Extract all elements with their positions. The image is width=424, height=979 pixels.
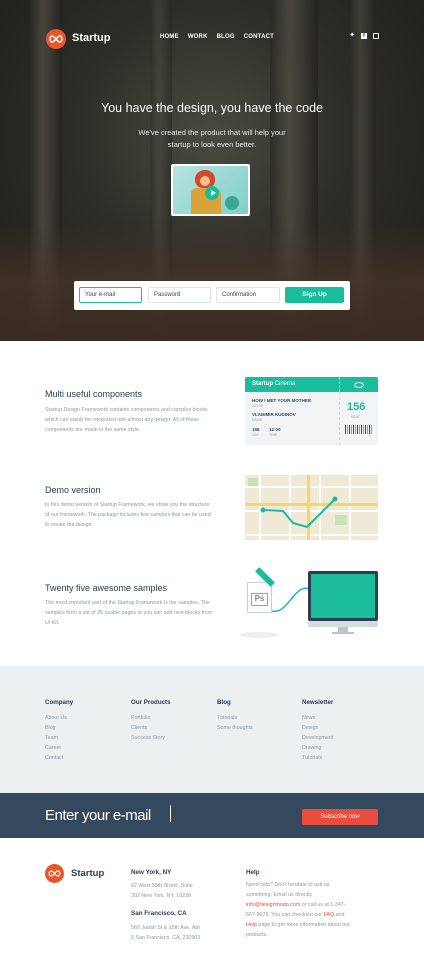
monitor-base (332, 632, 354, 634)
route-path (260, 496, 338, 529)
logo-icon[interactable] (45, 864, 64, 883)
footer-column-blog: Blog Tutorials Some thoughts (217, 699, 253, 733)
help-text-and: and (335, 912, 345, 918)
twitter-icon[interactable]: ✦ (349, 32, 355, 39)
ticket-movie-label: MOVIE (252, 404, 264, 408)
hero-section: Startup HOME WORK BLOG CONTACT ✦ f You h… (0, 0, 424, 341)
footer-link[interactable]: Portfolio (131, 713, 171, 723)
feature-text: Startup Design Framework contains compon… (45, 407, 208, 433)
subscribe-bar: Enter your e-mail Subscribe now (0, 793, 424, 838)
subscribe-email-input[interactable]: Enter your e-mail (45, 807, 151, 824)
footer-link[interactable]: News (302, 713, 333, 723)
footer-link[interactable]: Some thoughts (217, 723, 253, 733)
nav-home[interactable]: HOME (160, 34, 179, 40)
ticket-movie: HOW I MET YOUR MOTHER (252, 398, 312, 403)
nav-blog[interactable]: BLOG (217, 34, 235, 40)
map-illustration (245, 475, 378, 540)
help-title: Help (246, 869, 260, 876)
email-field[interactable]: Your e-mail (79, 287, 142, 303)
monitor (308, 571, 378, 621)
footer-link[interactable]: Tutorials (302, 753, 333, 763)
devices-illustration: Ps (240, 566, 380, 640)
footer-link[interactable]: Career (45, 743, 73, 753)
ticket-name-label: NAME (252, 418, 263, 422)
column-title: Newsletter (302, 699, 334, 706)
signup-button[interactable]: Sign Up (285, 287, 344, 303)
feature-title: Twenty five awesome samples (45, 583, 168, 593)
nav-work[interactable]: WORK (188, 34, 208, 40)
ticket-header: Startup Cinema (245, 377, 378, 392)
footer-link[interactable]: Clients (131, 723, 171, 733)
ticket-time-label: TIME (269, 433, 278, 437)
video-thumbnail[interactable] (171, 164, 250, 216)
password-field[interactable]: Password (148, 287, 211, 303)
text-cursor (170, 805, 171, 822)
monitor-screen (311, 574, 375, 618)
faq-link[interactable]: FAQ (323, 912, 334, 918)
subscribe-button[interactable]: Subscribe now (302, 809, 378, 825)
ticket-seat-label: SEAT (351, 415, 360, 419)
eye-icon (339, 377, 378, 392)
column-title: Blog (217, 699, 231, 706)
help-email-link[interactable]: info@designmodo.com (246, 902, 300, 908)
footer-link[interactable]: Design (302, 723, 333, 733)
logo-icon[interactable] (46, 29, 66, 49)
feature-text: In this demo version of Startup Framewor… (45, 502, 211, 528)
psd-label: Ps (251, 593, 268, 606)
ticket-day: 156 (252, 427, 260, 432)
footer-column-company: Company About Us Blog Team Career Contac… (45, 699, 73, 763)
ticket-brand-suffix: Cinema (274, 381, 296, 387)
footer-links: Company About Us Blog Team Career Contac… (0, 666, 424, 793)
help-link[interactable]: Help (246, 922, 257, 928)
feature-title: Multi useful components (45, 389, 143, 399)
footer-link[interactable]: Success Story (131, 733, 171, 743)
footer-column-newsletter: Newsletter News Design Development Drawi… (302, 699, 333, 763)
ticket-name: VLADIMIR KUDINOV (252, 412, 296, 417)
address-line: 560 Judah St & 15th Ave, Apt (131, 925, 200, 931)
address-title-ny: New York, NY (131, 869, 172, 876)
instagram-icon[interactable] (373, 33, 379, 39)
confirmation-field[interactable]: Confirmation (216, 287, 280, 303)
address-line: 302 New York, NY, 10230 (131, 893, 191, 899)
illustration-ball (225, 196, 239, 210)
main-nav: HOME WORK BLOG CONTACT (160, 34, 274, 40)
footer-link[interactable]: Contact (45, 753, 73, 763)
address-title-sf: San Francisco, CA (131, 910, 187, 917)
feature-text: The most important part of the Startup F… (45, 600, 213, 626)
ticket-day-label: DAY (252, 433, 259, 437)
column-title: Company (45, 699, 74, 706)
ticket-illustration: Startup Cinema HOW I MET YOUR MOTHER MOV… (245, 377, 378, 445)
address-line: 5 San Francisco, CA, 230903 (131, 935, 201, 941)
facebook-icon[interactable]: f (361, 33, 367, 39)
footer-brand[interactable]: Startup (71, 868, 104, 879)
psd-file-icon: Ps (247, 582, 272, 613)
footer-link[interactable]: Blog (45, 723, 73, 733)
nav-contact[interactable]: CONTACT (244, 34, 274, 40)
address-line: 62 West 55th Street, Suite (131, 883, 193, 889)
hero-subtitle: We've created the product that will help… (138, 128, 286, 149)
ticket-brand: Startup (252, 381, 273, 387)
ticket-time: 12:00 (269, 427, 281, 432)
hero-title: You have the design, you have the code (101, 101, 323, 115)
file-shadow (240, 632, 278, 638)
play-icon[interactable] (205, 186, 219, 200)
footer-link[interactable]: About Us (45, 713, 73, 723)
column-title: Our Products (131, 699, 171, 706)
feature-title: Demo version (45, 485, 101, 495)
help-text-outro: page to get more information about our p… (246, 922, 350, 938)
help-text-intro: Need help? Don't hesitate to ask us some… (246, 882, 330, 898)
footer-link[interactable]: Development (302, 733, 333, 743)
illustration-face (200, 176, 210, 186)
ticket-seat: 156 (347, 401, 366, 413)
help-text: Need help? Don't hesitate to ask us some… (246, 880, 356, 940)
brand-name[interactable]: Startup (72, 32, 111, 44)
barcode-icon (345, 425, 372, 434)
signup-form: Your e-mail Password Confirmation Sign U… (74, 281, 350, 310)
footer-link[interactable]: Team (45, 733, 73, 743)
footer-link[interactable]: Tutorials (217, 713, 253, 723)
ticket-divider (339, 392, 340, 445)
footer-column-products: Our Products Portfolio Clients Success S… (131, 699, 171, 743)
social-links: ✦ f (349, 32, 379, 39)
footer-link[interactable]: Drawing (302, 743, 333, 753)
